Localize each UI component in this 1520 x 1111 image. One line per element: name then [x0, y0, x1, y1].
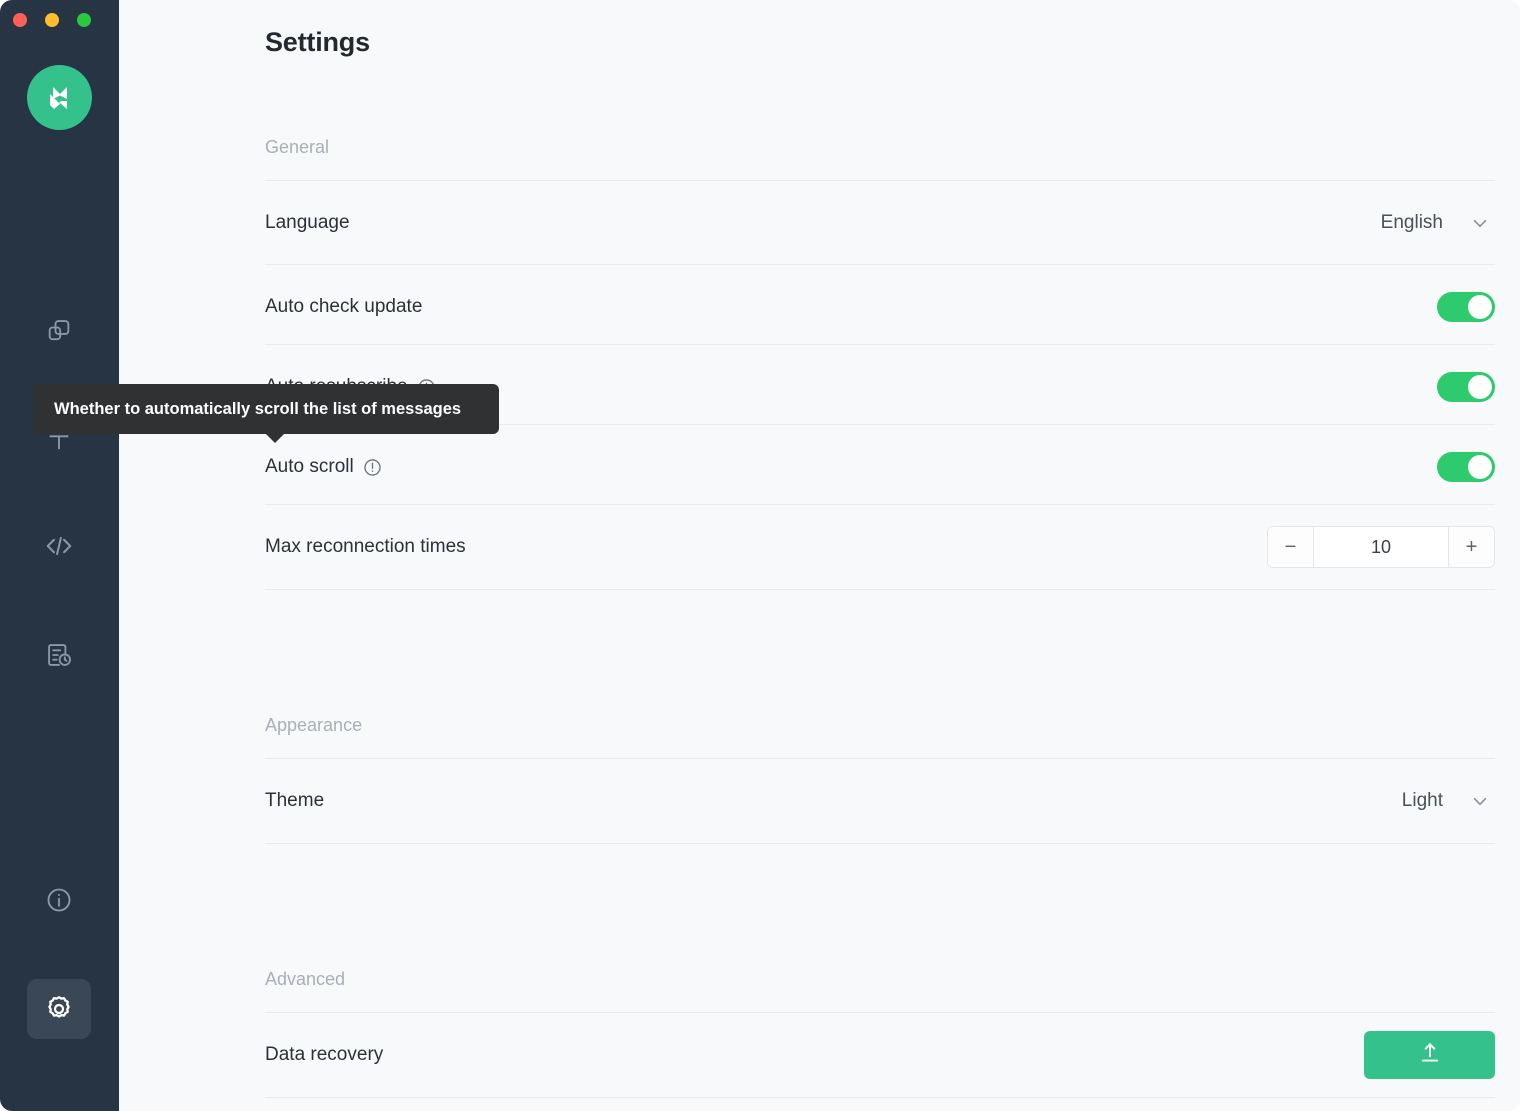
row-label-auto-check-update: Auto check update: [265, 296, 423, 317]
section-header-general: General: [265, 137, 330, 157]
auto-scroll-toggle[interactable]: [1437, 452, 1495, 482]
chevron-down-icon: [1469, 790, 1491, 812]
auto-scroll-info-icon[interactable]: [363, 458, 382, 477]
code-brackets-icon: [44, 531, 74, 561]
sidebar-item-settings[interactable]: [27, 979, 91, 1039]
language-select[interactable]: English: [1381, 212, 1495, 234]
divider: [265, 843, 1495, 844]
row-theme[interactable]: Theme Light: [265, 759, 1495, 843]
data-recovery-upload-button[interactable]: [1364, 1031, 1495, 1079]
info-circle-icon: [45, 886, 73, 914]
section-header-advanced: Advanced: [265, 969, 346, 989]
sidebar-item-logs[interactable]: [27, 626, 91, 684]
log-history-icon: [45, 641, 73, 669]
row-language[interactable]: Language English: [265, 181, 1495, 265]
auto-scroll-tooltip: Whether to automatically scroll the list…: [33, 384, 499, 443]
row-max-reconnection-times[interactable]: Max reconnection times − 10 +: [265, 505, 1495, 589]
auto-resubscribe-toggle[interactable]: [1437, 372, 1495, 402]
theme-select-value: Light: [1401, 790, 1443, 811]
row-data-recovery[interactable]: Data recovery: [265, 1013, 1495, 1097]
toggle-knob: [1468, 295, 1492, 319]
page-title: Settings: [265, 27, 370, 57]
tooltip-text: Whether to automatically scroll the list…: [54, 399, 462, 418]
gear-icon: [44, 994, 74, 1024]
section-header-appearance: Appearance: [265, 715, 363, 735]
row-auto-scroll[interactable]: Auto scroll: [265, 425, 1495, 509]
max-reconnection-times-stepper[interactable]: − 10 +: [1267, 526, 1495, 568]
stepper-decrement-button[interactable]: −: [1268, 527, 1314, 567]
row-label-auto-scroll-text: Auto scroll: [265, 456, 354, 477]
app-window: Settings General Language English Auto c…: [0, 0, 1520, 1111]
toggle-knob: [1468, 375, 1492, 399]
theme-select[interactable]: Light: [1402, 790, 1495, 812]
minimize-window-button[interactable]: [45, 13, 59, 27]
copy-squares-icon: [45, 317, 73, 345]
divider: [265, 589, 1495, 590]
window-controls: [13, 13, 91, 27]
maximize-window-button[interactable]: [77, 13, 91, 27]
tooltip-arrow: [265, 433, 285, 443]
divider: [265, 1097, 1495, 1098]
settings-main-panel: Settings General Language English Auto c…: [119, 0, 1520, 1111]
sidebar-item-scripts[interactable]: [27, 517, 91, 575]
stepper-increment-button[interactable]: +: [1448, 527, 1494, 567]
close-window-button[interactable]: [13, 13, 27, 27]
stepper-value[interactable]: 10: [1314, 527, 1448, 567]
upload-icon: [1417, 1040, 1443, 1071]
sidebar: [0, 0, 119, 1111]
row-label-data-recovery: Data recovery: [265, 1044, 384, 1065]
auto-check-update-toggle[interactable]: [1437, 292, 1495, 322]
sidebar-item-about[interactable]: [27, 871, 91, 929]
row-label-auto-scroll: Auto scroll: [265, 456, 382, 478]
row-label-theme: Theme: [265, 790, 325, 811]
language-select-value: English: [1380, 212, 1443, 233]
row-auto-check-update[interactable]: Auto check update: [265, 265, 1495, 349]
row-label-language: Language: [265, 212, 350, 233]
toggle-knob: [1468, 455, 1492, 479]
chevron-down-icon: [1469, 212, 1491, 234]
mqttx-logo: [27, 65, 92, 130]
row-label-max-reconnection-times: Max reconnection times: [265, 536, 466, 557]
sidebar-item-connections[interactable]: [27, 302, 91, 360]
